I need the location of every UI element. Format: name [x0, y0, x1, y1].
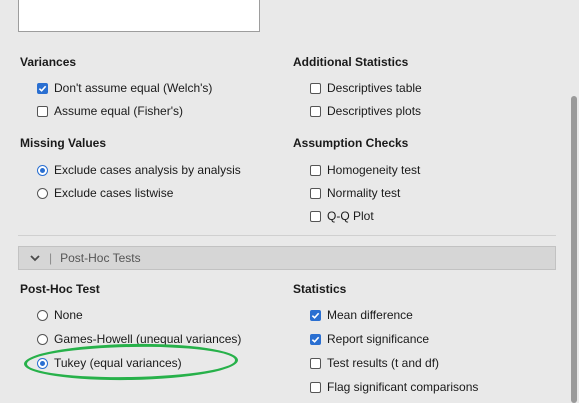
- posthoc-none-option[interactable]: None: [37, 307, 83, 323]
- normality-option[interactable]: Normality test: [310, 185, 400, 201]
- mean-difference-option[interactable]: Mean difference: [310, 307, 413, 323]
- mean-difference-label: Mean difference: [327, 308, 413, 322]
- scrollbar-thumb[interactable]: [571, 96, 577, 403]
- qq-plot-option[interactable]: Q-Q Plot: [310, 208, 374, 224]
- fisher-label: Assume equal (Fisher's): [54, 104, 183, 118]
- statistics-heading: Statistics: [293, 282, 347, 296]
- exclude-listwise-option[interactable]: Exclude cases listwise: [37, 185, 173, 201]
- checkbox-icon[interactable]: [310, 82, 321, 94]
- exclude-listwise-label: Exclude cases listwise: [54, 186, 174, 200]
- divider: [18, 235, 556, 236]
- descriptives-plots-label: Descriptives plots: [327, 104, 422, 118]
- homogeneity-label: Homogeneity test: [327, 163, 421, 177]
- checkbox-icon[interactable]: [310, 105, 321, 117]
- checkbox-icon[interactable]: [37, 105, 48, 117]
- flag-significant-label: Flag significant comparisons: [327, 380, 479, 394]
- exclude-analysis-label: Exclude cases analysis by analysis: [54, 163, 241, 177]
- assumption-checks-heading: Assumption Checks: [293, 136, 409, 150]
- homogeneity-option[interactable]: Homogeneity test: [310, 162, 420, 178]
- additional-statistics-heading: Additional Statistics: [293, 55, 409, 69]
- posthoc-section-header[interactable]: | Post-Hoc Tests: [18, 246, 556, 270]
- test-results-option[interactable]: Test results (t and df): [310, 355, 439, 371]
- checkbox-icon[interactable]: [310, 164, 321, 176]
- header-separator: |: [49, 251, 53, 265]
- radio-selected-icon[interactable]: [37, 357, 48, 369]
- posthoc-section-title: Post-Hoc Tests: [60, 251, 141, 265]
- welch-label: Don't assume equal (Welch's): [54, 81, 213, 95]
- tukey-label: Tukey (equal variances): [54, 356, 182, 370]
- descriptives-table-option[interactable]: Descriptives table: [310, 80, 422, 96]
- top-input-field[interactable]: [18, 0, 260, 32]
- test-results-label: Test results (t and df): [327, 356, 440, 370]
- report-significance-option[interactable]: Report significance: [310, 331, 429, 347]
- flag-significant-option[interactable]: Flag significant comparisons: [310, 379, 478, 395]
- checkbox-icon[interactable]: [310, 210, 321, 222]
- variances-heading: Variances: [20, 55, 77, 69]
- radio-icon[interactable]: [37, 309, 48, 321]
- fisher-option[interactable]: Assume equal (Fisher's): [37, 103, 183, 119]
- exclude-analysis-option[interactable]: Exclude cases analysis by analysis: [37, 162, 241, 178]
- games-howell-label: Games-Howell (unequal variances): [54, 332, 242, 346]
- posthoc-test-heading: Post-Hoc Test: [20, 282, 100, 296]
- welch-option[interactable]: Don't assume equal (Welch's): [37, 80, 212, 96]
- radio-selected-icon[interactable]: [37, 164, 48, 176]
- tukey-option[interactable]: Tukey (equal variances): [37, 355, 182, 371]
- radio-icon[interactable]: [37, 187, 48, 199]
- normality-label: Normality test: [327, 186, 401, 200]
- checkbox-icon[interactable]: [310, 187, 321, 199]
- descriptives-table-label: Descriptives table: [327, 81, 422, 95]
- checkbox-checked-icon[interactable]: [37, 82, 48, 94]
- checkbox-checked-icon[interactable]: [310, 309, 321, 321]
- descriptives-plots-option[interactable]: Descriptives plots: [310, 103, 421, 119]
- checkbox-icon[interactable]: [310, 381, 321, 393]
- missing-values-heading: Missing Values: [20, 136, 107, 150]
- radio-icon[interactable]: [37, 333, 48, 345]
- qq-plot-label: Q-Q Plot: [327, 209, 374, 223]
- checkbox-checked-icon[interactable]: [310, 333, 321, 345]
- chevron-down-icon[interactable]: [29, 252, 41, 264]
- games-howell-option[interactable]: Games-Howell (unequal variances): [37, 331, 241, 347]
- checkbox-icon[interactable]: [310, 357, 321, 369]
- posthoc-none-label: None: [54, 308, 83, 322]
- report-significance-label: Report significance: [327, 332, 430, 346]
